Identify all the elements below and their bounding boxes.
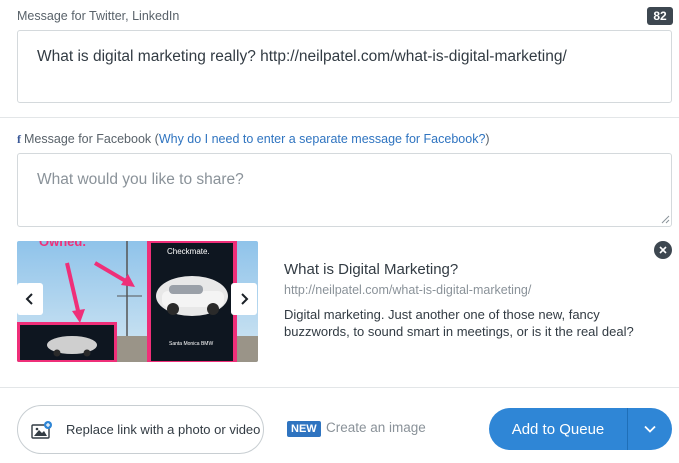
resize-handle-icon[interactable] <box>660 214 670 224</box>
add-to-queue-group: Add to Queue <box>489 408 672 450</box>
help-paren-close: ) <box>485 132 490 146</box>
chevron-right-icon <box>241 293 249 305</box>
create-image-link[interactable]: Create an image <box>326 420 426 435</box>
add-to-queue-button[interactable]: Add to Queue <box>489 408 628 450</box>
add-photo-icon <box>31 420 53 439</box>
billboard-text: Checkmate. <box>167 247 210 256</box>
replace-link-button[interactable]: Replace link with a photo or video <box>17 405 264 454</box>
link-preview-title[interactable]: What is Digital Marketing? <box>284 261 458 278</box>
footer-divider <box>0 387 679 388</box>
twitter-message-label: Message for Twitter, LinkedIn <box>17 9 180 23</box>
facebook-icon: f <box>17 132 21 146</box>
link-preview-description[interactable]: Digital marketing. Just another one of t… <box>284 306 669 340</box>
new-badge: NEW <box>287 421 321 437</box>
remove-preview-button[interactable] <box>654 241 672 259</box>
facebook-help-link[interactable]: Why do I need to enter a separate messag… <box>159 132 486 146</box>
link-preview-image: Checkmate. Santa Monica BMW Owned. <box>17 241 258 362</box>
close-icon <box>659 246 667 254</box>
queue-options-dropdown[interactable] <box>628 408 672 450</box>
facebook-message-label: f Message for Facebook (Why do I need to … <box>17 132 490 147</box>
preview-previous-button[interactable] <box>17 283 43 315</box>
chevron-down-icon <box>644 425 656 433</box>
facebook-message-input[interactable] <box>17 153 672 227</box>
section-divider <box>0 117 679 118</box>
character-count-badge: 82 <box>647 7 673 25</box>
chevron-left-icon <box>25 293 33 305</box>
facebook-label-text: Message for Facebook <box>24 132 152 146</box>
billboard-caption: Santa Monica BMW <box>169 341 213 347</box>
twitter-message-input[interactable]: What is digital marketing really? http:/… <box>17 30 672 103</box>
preview-next-button[interactable] <box>231 283 257 315</box>
replace-link-label: Replace link with a photo or video <box>66 422 261 437</box>
preview-overlay-text: Owned. <box>39 241 86 249</box>
link-preview-url: http://neilpatel.com/what-is-digital-mar… <box>284 283 532 297</box>
